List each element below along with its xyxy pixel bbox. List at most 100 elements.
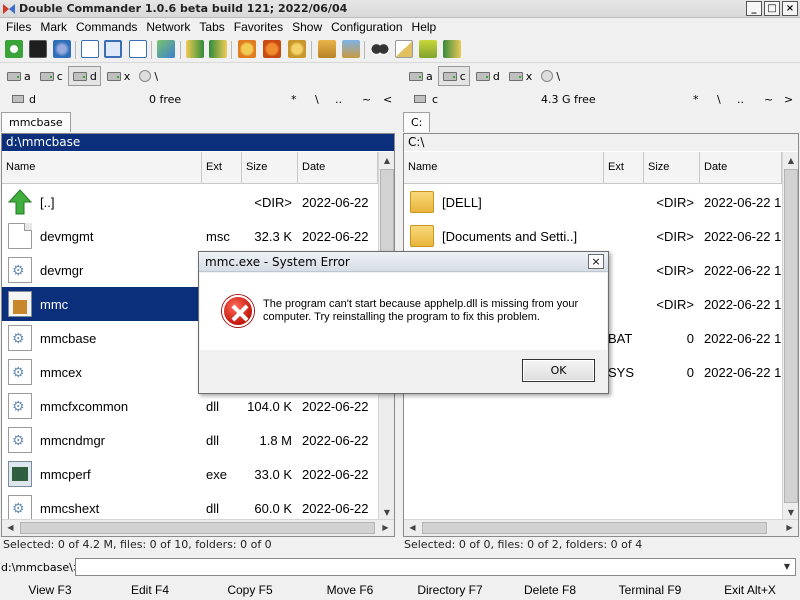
drive-button-c[interactable]: c	[437, 66, 470, 86]
drive-button-a[interactable]: a	[3, 66, 34, 86]
left-tab[interactable]: mmcbase	[1, 112, 71, 132]
nav-home[interactable]: ~	[362, 93, 371, 106]
brief-view-icon[interactable]	[81, 40, 99, 58]
drive-button-network[interactable]: \	[537, 66, 563, 86]
command-line-input[interactable]: ▼	[75, 558, 796, 576]
delete-button[interactable]: Delete F8	[500, 580, 600, 600]
chevron-down-icon[interactable]: ▼	[780, 560, 794, 574]
col-ext[interactable]: Ext	[604, 152, 644, 183]
ok-button[interactable]: OK	[522, 359, 595, 382]
menu-tabs[interactable]: Tabs	[195, 18, 229, 37]
scroll-left-arrow[interactable]: ◀	[2, 520, 19, 536]
compare-icon[interactable]	[157, 40, 175, 58]
file-row[interactable]: [..] <DIR> 2022-06-22	[2, 185, 378, 219]
scroll-thumb[interactable]	[422, 522, 767, 534]
col-name[interactable]: Name	[404, 152, 604, 183]
file-row[interactable]: mmcfxcommon dll 104.0 K 2022-06-22	[2, 389, 378, 423]
col-date[interactable]: Date	[298, 152, 378, 183]
edit-button[interactable]: Edit F4	[100, 580, 200, 600]
copy-path-left-icon[interactable]	[186, 40, 204, 58]
current-drive[interactable]: d	[29, 93, 36, 106]
drive-button-network[interactable]: \	[135, 66, 161, 86]
menu-show[interactable]: Show	[288, 18, 327, 37]
col-size[interactable]: Size	[644, 152, 700, 183]
scroll-right-arrow[interactable]: ▶	[781, 520, 798, 536]
file-row[interactable]: [Documents and Setti..] <DIR> 2022-06-22 1	[404, 219, 782, 253]
dialog-close-button[interactable]: ×	[588, 254, 604, 269]
left-path[interactable]: d:\mmcbase	[2, 134, 394, 151]
col-size[interactable]: Size	[242, 152, 298, 183]
drive-button-x[interactable]: x	[103, 66, 134, 86]
menu-help[interactable]: Help	[408, 18, 442, 37]
sync-dirs-icon[interactable]	[419, 40, 437, 58]
right-vertical-scrollbar[interactable]: ▲ ▼	[782, 152, 798, 521]
nav-root[interactable]: \	[717, 93, 721, 106]
view-button[interactable]: View F3	[0, 580, 100, 600]
move-button[interactable]: Move F6	[300, 580, 400, 600]
pack-icon[interactable]	[288, 40, 306, 58]
drive-button-d[interactable]: d	[472, 66, 503, 86]
full-view-icon[interactable]	[104, 40, 122, 58]
file-row[interactable]: [DELL] <DIR> 2022-06-22 1	[404, 185, 782, 219]
close-button[interactable]: ×	[782, 1, 798, 16]
menu-files[interactable]: Files	[2, 18, 36, 37]
refresh-icon[interactable]	[5, 40, 23, 58]
nav-back[interactable]: <	[383, 93, 392, 106]
unpack-icon[interactable]	[318, 40, 336, 58]
scroll-thumb[interactable]	[784, 169, 798, 503]
terminal-button[interactable]: Terminal F9	[600, 580, 700, 600]
scroll-thumb[interactable]	[20, 522, 375, 534]
menu-commands[interactable]: Commands	[72, 18, 142, 37]
minimize-button[interactable]: _	[746, 1, 762, 16]
plugin-icon[interactable]	[263, 40, 281, 58]
dialog-title-bar[interactable]: mmc.exe - System Error ×	[199, 252, 608, 272]
drive-button-x[interactable]: x	[505, 66, 536, 86]
file-row[interactable]: mmcndmgr dll 1.8 M 2022-06-22	[2, 423, 378, 457]
nav-root-favorites[interactable]: *	[693, 93, 699, 106]
nav-root-favorites[interactable]: *	[291, 93, 297, 106]
nav-up[interactable]: ..	[737, 93, 744, 106]
col-name[interactable]: Name	[2, 152, 202, 183]
nav-root[interactable]: \	[315, 93, 319, 106]
menu-favorites[interactable]: Favorites	[230, 18, 288, 37]
menu-network[interactable]: Network	[142, 18, 195, 37]
scroll-up-arrow[interactable]: ▲	[783, 152, 798, 169]
nav-up[interactable]: ..	[335, 93, 342, 106]
drive-label: d	[492, 69, 500, 83]
thumbnail-view-icon[interactable]	[129, 40, 147, 58]
scroll-up-arrow[interactable]: ▲	[379, 152, 394, 169]
menu-mark[interactable]: Mark	[36, 18, 72, 37]
current-drive[interactable]: c	[432, 93, 438, 106]
nav-home[interactable]: ~	[764, 93, 773, 106]
file-ext: exe	[206, 466, 227, 482]
maximize-button[interactable]: □	[764, 1, 780, 16]
scroll-left-arrow[interactable]: ◀	[404, 520, 421, 536]
exit-button[interactable]: Exit Alt+X	[700, 580, 800, 600]
drive-button-a[interactable]: a	[405, 66, 436, 86]
multi-rename-icon[interactable]	[238, 40, 256, 58]
copy-button[interactable]: Copy F5	[200, 580, 300, 600]
file-name-cell: [DELL]	[404, 191, 604, 213]
nav-forward[interactable]: >	[784, 93, 793, 106]
left-horizontal-scrollbar[interactable]: ◀ ▶	[2, 519, 394, 536]
file-row[interactable]: devmgmt msc 32.3 K 2022-06-22	[2, 219, 378, 253]
right-tab[interactable]: C:	[403, 112, 431, 132]
copy-names-icon[interactable]	[443, 40, 461, 58]
file-row[interactable]: mmcperf exe 33.0 K 2022-06-22	[2, 457, 378, 491]
menu-configuration[interactable]: Configuration	[327, 18, 407, 37]
search-icon[interactable]	[371, 40, 389, 58]
archive-icon[interactable]	[342, 40, 360, 58]
copy-path-right-icon[interactable]	[209, 40, 227, 58]
col-ext[interactable]: Ext	[202, 152, 242, 183]
right-horizontal-scrollbar[interactable]: ◀ ▶	[404, 519, 798, 536]
drive-button-c[interactable]: c	[36, 66, 66, 86]
terminal-icon[interactable]	[29, 40, 47, 58]
directory-button[interactable]: Directory F7	[400, 580, 500, 600]
col-date[interactable]: Date	[700, 152, 782, 183]
scroll-right-arrow[interactable]: ▶	[377, 520, 394, 536]
options-icon[interactable]	[53, 40, 71, 58]
right-path[interactable]: C:\	[404, 134, 798, 151]
settings-file-icon	[8, 393, 32, 419]
drive-button-d[interactable]: d	[67, 66, 101, 86]
edit-icon[interactable]	[395, 40, 413, 58]
